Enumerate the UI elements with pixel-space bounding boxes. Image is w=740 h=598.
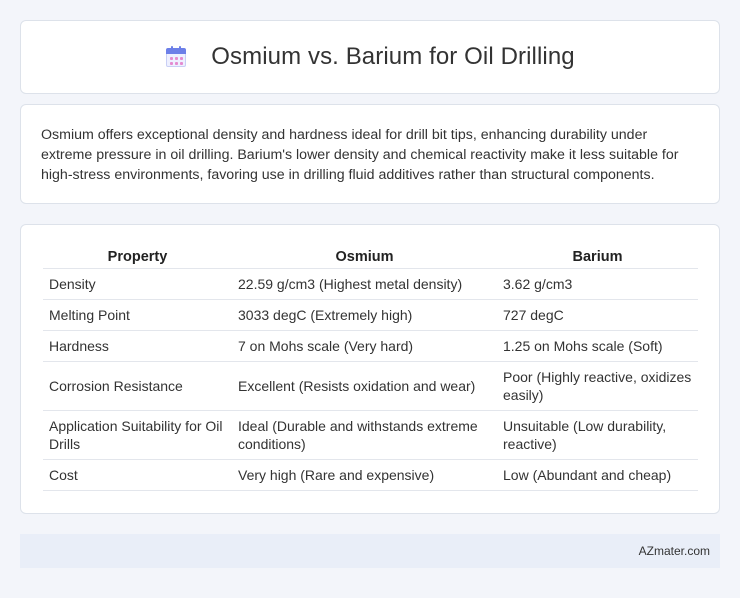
footer: AZmater.com	[20, 534, 720, 568]
row-osmium-value: 22.59 g/cm3 (Highest metal density)	[232, 269, 497, 300]
table-row: Density 22.59 g/cm3 (Highest metal densi…	[43, 269, 698, 300]
row-property: Corrosion Resistance	[43, 362, 232, 411]
row-barium-value: 727 degC	[497, 300, 698, 331]
header-property: Property	[43, 245, 232, 269]
row-property: Hardness	[43, 331, 232, 362]
row-barium-value: Unsuitable (Low durability, reactive)	[497, 411, 698, 460]
row-osmium-value: Excellent (Resists oxidation and wear)	[232, 362, 497, 411]
row-barium-value: Poor (Highly reactive, oxidizes easily)	[497, 362, 698, 411]
page-title: Osmium vs. Barium for Oil Drilling	[211, 43, 575, 70]
table-header-row: Property Osmium Barium	[43, 245, 698, 269]
row-osmium-value: Very high (Rare and expensive)	[232, 460, 497, 491]
table-row: Cost Very high (Rare and expensive) Low …	[43, 460, 698, 491]
title-card: Osmium vs. Barium for Oil Drilling	[20, 20, 720, 94]
row-osmium-value: Ideal (Durable and withstands extreme co…	[232, 411, 497, 460]
comparison-table: Property Osmium Barium Density 22.59 g/c…	[43, 245, 698, 491]
row-osmium-value: 7 on Mohs scale (Very hard)	[232, 331, 497, 362]
description-text: Osmium offers exceptional density and ha…	[41, 127, 679, 183]
table-row: Melting Point 3033 degC (Extremely high)…	[43, 300, 698, 331]
table-row: Corrosion Resistance Excellent (Resists …	[43, 362, 698, 411]
table-row: Hardness 7 on Mohs scale (Very hard) 1.2…	[43, 331, 698, 362]
row-property: Cost	[43, 460, 232, 491]
row-barium-value: 1.25 on Mohs scale (Soft)	[497, 331, 698, 362]
description-card: Osmium offers exceptional density and ha…	[20, 104, 720, 204]
footer-brand[interactable]: AZmater.com	[639, 544, 710, 558]
row-barium-value: Low (Abundant and cheap)	[497, 460, 698, 491]
table-row: Application Suitability for Oil Drills I…	[43, 411, 698, 460]
title-wrap: Osmium vs. Barium for Oil Drilling	[165, 43, 575, 71]
row-property: Melting Point	[43, 300, 232, 331]
header-osmium: Osmium	[232, 245, 497, 269]
row-property: Application Suitability for Oil Drills	[43, 411, 232, 460]
row-property: Density	[43, 269, 232, 300]
header-barium: Barium	[497, 245, 698, 269]
row-osmium-value: 3033 degC (Extremely high)	[232, 300, 497, 331]
comparison-card: Property Osmium Barium Density 22.59 g/c…	[20, 224, 720, 514]
calendar-icon	[165, 46, 187, 68]
row-barium-value: 3.62 g/cm3	[497, 269, 698, 300]
